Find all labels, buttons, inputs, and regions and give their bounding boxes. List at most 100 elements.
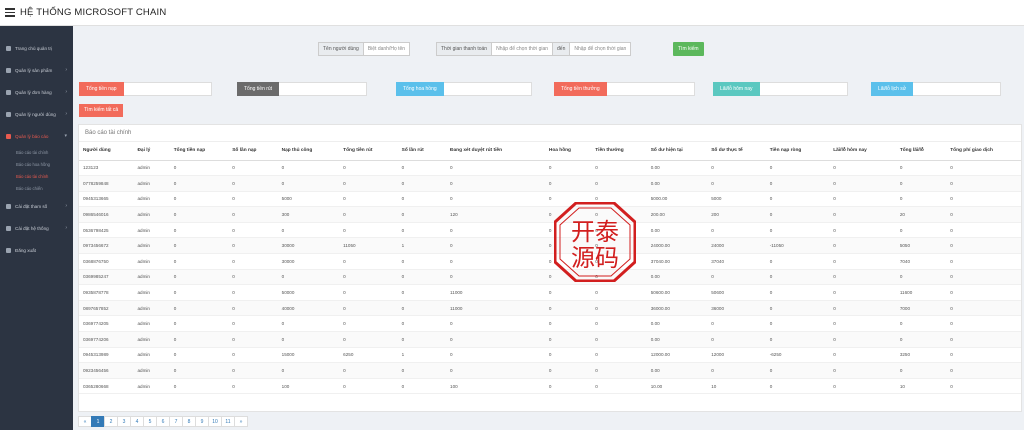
table-cell: 0 xyxy=(544,175,592,192)
table-cell: 5000.00 xyxy=(646,191,708,208)
table-cell: 0 xyxy=(339,175,398,192)
table-cell: 0 xyxy=(446,222,545,239)
stat-total-bonus-button[interactable]: Tổng tiền thưởng xyxy=(554,82,607,96)
table-row: 0369985247 admin 0 0 0 0 0 0 0 0 0.00 0 0 0 0 0 xyxy=(79,269,1021,286)
sidebar-item-users[interactable]: Quản lý người dùng › xyxy=(0,103,73,125)
sidebar-sub-item[interactable]: Báo cáo hoa hồng xyxy=(0,159,73,171)
table-row: 0923456456 admin 0 0 0 0 0 0 0 0 0.00 0 0 0 0 0 xyxy=(79,362,1021,379)
page-button[interactable]: 11 xyxy=(221,416,235,427)
column-header: Tổng tiền rút xyxy=(339,142,398,161)
page-button[interactable]: 5 xyxy=(143,416,157,427)
column-header: Đang xét duyệt rút tiền xyxy=(446,142,545,161)
table-cell: 0 xyxy=(277,175,340,192)
table-row: 0935878778 admin 0 0 50000 0 0 11000 0 0 50600.00 5… xyxy=(79,284,1021,301)
table-cell: 0 xyxy=(591,331,647,348)
table-cell: 0 xyxy=(544,347,592,364)
table-cell: 0.00 xyxy=(646,315,708,333)
table-cell: 24000 xyxy=(707,237,766,255)
page-button[interactable]: 10 xyxy=(208,416,222,427)
hamburger-menu-icon[interactable] xyxy=(5,8,15,17)
table-cell: 0 xyxy=(829,362,896,379)
table-cell: 0 xyxy=(339,206,398,223)
table-cell: 0 xyxy=(228,191,278,208)
search-button[interactable]: Tìm kiếm xyxy=(673,42,704,56)
page-button[interactable]: 3 xyxy=(117,416,131,427)
table-cell: 0 xyxy=(591,175,647,192)
table-cell: 3250 xyxy=(895,347,947,364)
time-filter-label: Thời gian thanh toán xyxy=(436,42,493,56)
stat-total-commission-button[interactable]: Tổng hoa hồng xyxy=(396,82,444,96)
table-cell: 0 xyxy=(228,331,278,348)
table-cell: 0 xyxy=(765,284,830,301)
table-cell: 0368876750 xyxy=(79,253,134,270)
sidebar-item-reports[interactable]: Quản lý báo cáo ▾ xyxy=(0,125,73,147)
sidebar-sub-item[interactable]: Báo cáo tài chính xyxy=(0,147,73,159)
start-time-input[interactable]: Nhập để chọn thời gian xyxy=(492,42,554,56)
end-time-input[interactable]: Nhập để chọn thời gian xyxy=(570,42,632,56)
sidebar-item-logout[interactable]: Đăng xuất xyxy=(0,239,73,261)
table-cell: 0 xyxy=(707,362,766,379)
table-cell: 0369985247 xyxy=(79,269,134,286)
page-button[interactable]: 6 xyxy=(156,416,170,427)
table-cell: 0.00 xyxy=(646,160,708,177)
table-cell: 37040 xyxy=(707,253,766,270)
page-button[interactable]: 8 xyxy=(182,416,196,427)
stat-profit-history: Lãi/lỗ lịch sử xyxy=(871,82,1002,96)
table-cell: 0 xyxy=(707,269,766,286)
table-cell: 0 xyxy=(765,362,830,379)
table-cell: 0 xyxy=(829,300,896,317)
stat-profit-history-button[interactable]: Lãi/lỗ lịch sử xyxy=(871,82,914,96)
table-row: 0986546016 admin 0 0 300 0 0 120 0 0 200.00 200 0 0 20… xyxy=(79,206,1021,223)
column-header: Số dư thực tế xyxy=(707,142,766,161)
search-all-button[interactable]: Tìm kiếm tất cả xyxy=(79,104,124,117)
page-button[interactable]: 7 xyxy=(169,416,183,427)
table-cell: 0 xyxy=(446,191,545,208)
table-cell: admin xyxy=(133,331,170,348)
sidebar-item-orders[interactable]: Quản lý đơn hàng › xyxy=(0,81,73,103)
page-button[interactable]: » xyxy=(234,416,248,427)
seal-text-bottom: 源码 xyxy=(571,244,619,272)
table-cell: 0 xyxy=(169,284,229,301)
table-cell: 0 xyxy=(591,362,647,379)
panel-title: Báo cáo tài chính xyxy=(79,125,1021,142)
table-cell: 37040.00 xyxy=(646,253,708,270)
stat-total-withdraw-button[interactable]: Tổng tiền rút xyxy=(237,82,280,96)
user-search-input[interactable]: Biệt danh/Họ tên xyxy=(363,42,411,56)
column-header: Tiền nạp ròng xyxy=(765,142,830,161)
table-row: 0778259848 admin 0 0 0 0 0 0 0 0 0.00 0 0 0 0 0 xyxy=(79,175,1021,192)
sidebar-item-system[interactable]: Cài đặt hệ thống › xyxy=(0,217,73,239)
sidebar: Trang chủ quản trị Quản lý sản phẩm › Quả… xyxy=(0,26,73,430)
stat-profit-today-button[interactable]: Lãi/lỗ hôm nay xyxy=(713,82,760,96)
page-button[interactable]: 2 xyxy=(104,416,118,427)
table-cell: 0 xyxy=(946,206,1021,223)
table-cell: 0 xyxy=(169,206,229,223)
table-cell: 0 xyxy=(707,160,766,177)
stat-total-deposit-button[interactable]: Tổng tiền nạp xyxy=(79,82,124,96)
table-cell: 0 xyxy=(829,253,896,270)
table-cell: 0 xyxy=(895,362,947,379)
table-cell: 0 xyxy=(829,206,896,223)
table-cell: 20 xyxy=(895,206,947,223)
time-filter: Thời gian thanh toán Nhập để chọn thời g… xyxy=(436,42,632,56)
table-cell: 0 xyxy=(591,315,647,333)
table-cell: 0 xyxy=(946,222,1021,239)
table-cell: 0 xyxy=(339,315,398,333)
table-cell: 0.00 xyxy=(646,175,708,192)
column-header: Tổng lãi/lỗ xyxy=(895,142,947,161)
sidebar-item-parameters[interactable]: Cài đặt tham số › xyxy=(0,195,73,217)
table-cell: 0 xyxy=(946,347,1021,364)
sidebar-sub-item-active[interactable]: Báo cáo tài chính xyxy=(0,171,73,183)
table-cell: admin xyxy=(133,347,170,364)
table-cell: 0 xyxy=(397,362,447,379)
sidebar-item-products[interactable]: Quản lý sản phẩm › xyxy=(0,59,73,81)
page-button-current[interactable]: 1 xyxy=(91,416,105,427)
table-cell: 0 xyxy=(946,191,1021,208)
table-cell: 0 xyxy=(228,347,278,364)
page-button[interactable]: 4 xyxy=(130,416,144,427)
page-button[interactable]: « xyxy=(78,416,92,427)
table-row: 0369774206 admin 0 0 0 0 0 0 0 0 0.00 0 0 0 0 0 xyxy=(79,331,1021,348)
sidebar-item-dashboard[interactable]: Trang chủ quản trị xyxy=(0,37,73,59)
page-button[interactable]: 9 xyxy=(195,416,209,427)
table-cell: 0 xyxy=(397,269,447,286)
sidebar-sub-item[interactable]: Báo cáo chiến xyxy=(0,183,73,195)
